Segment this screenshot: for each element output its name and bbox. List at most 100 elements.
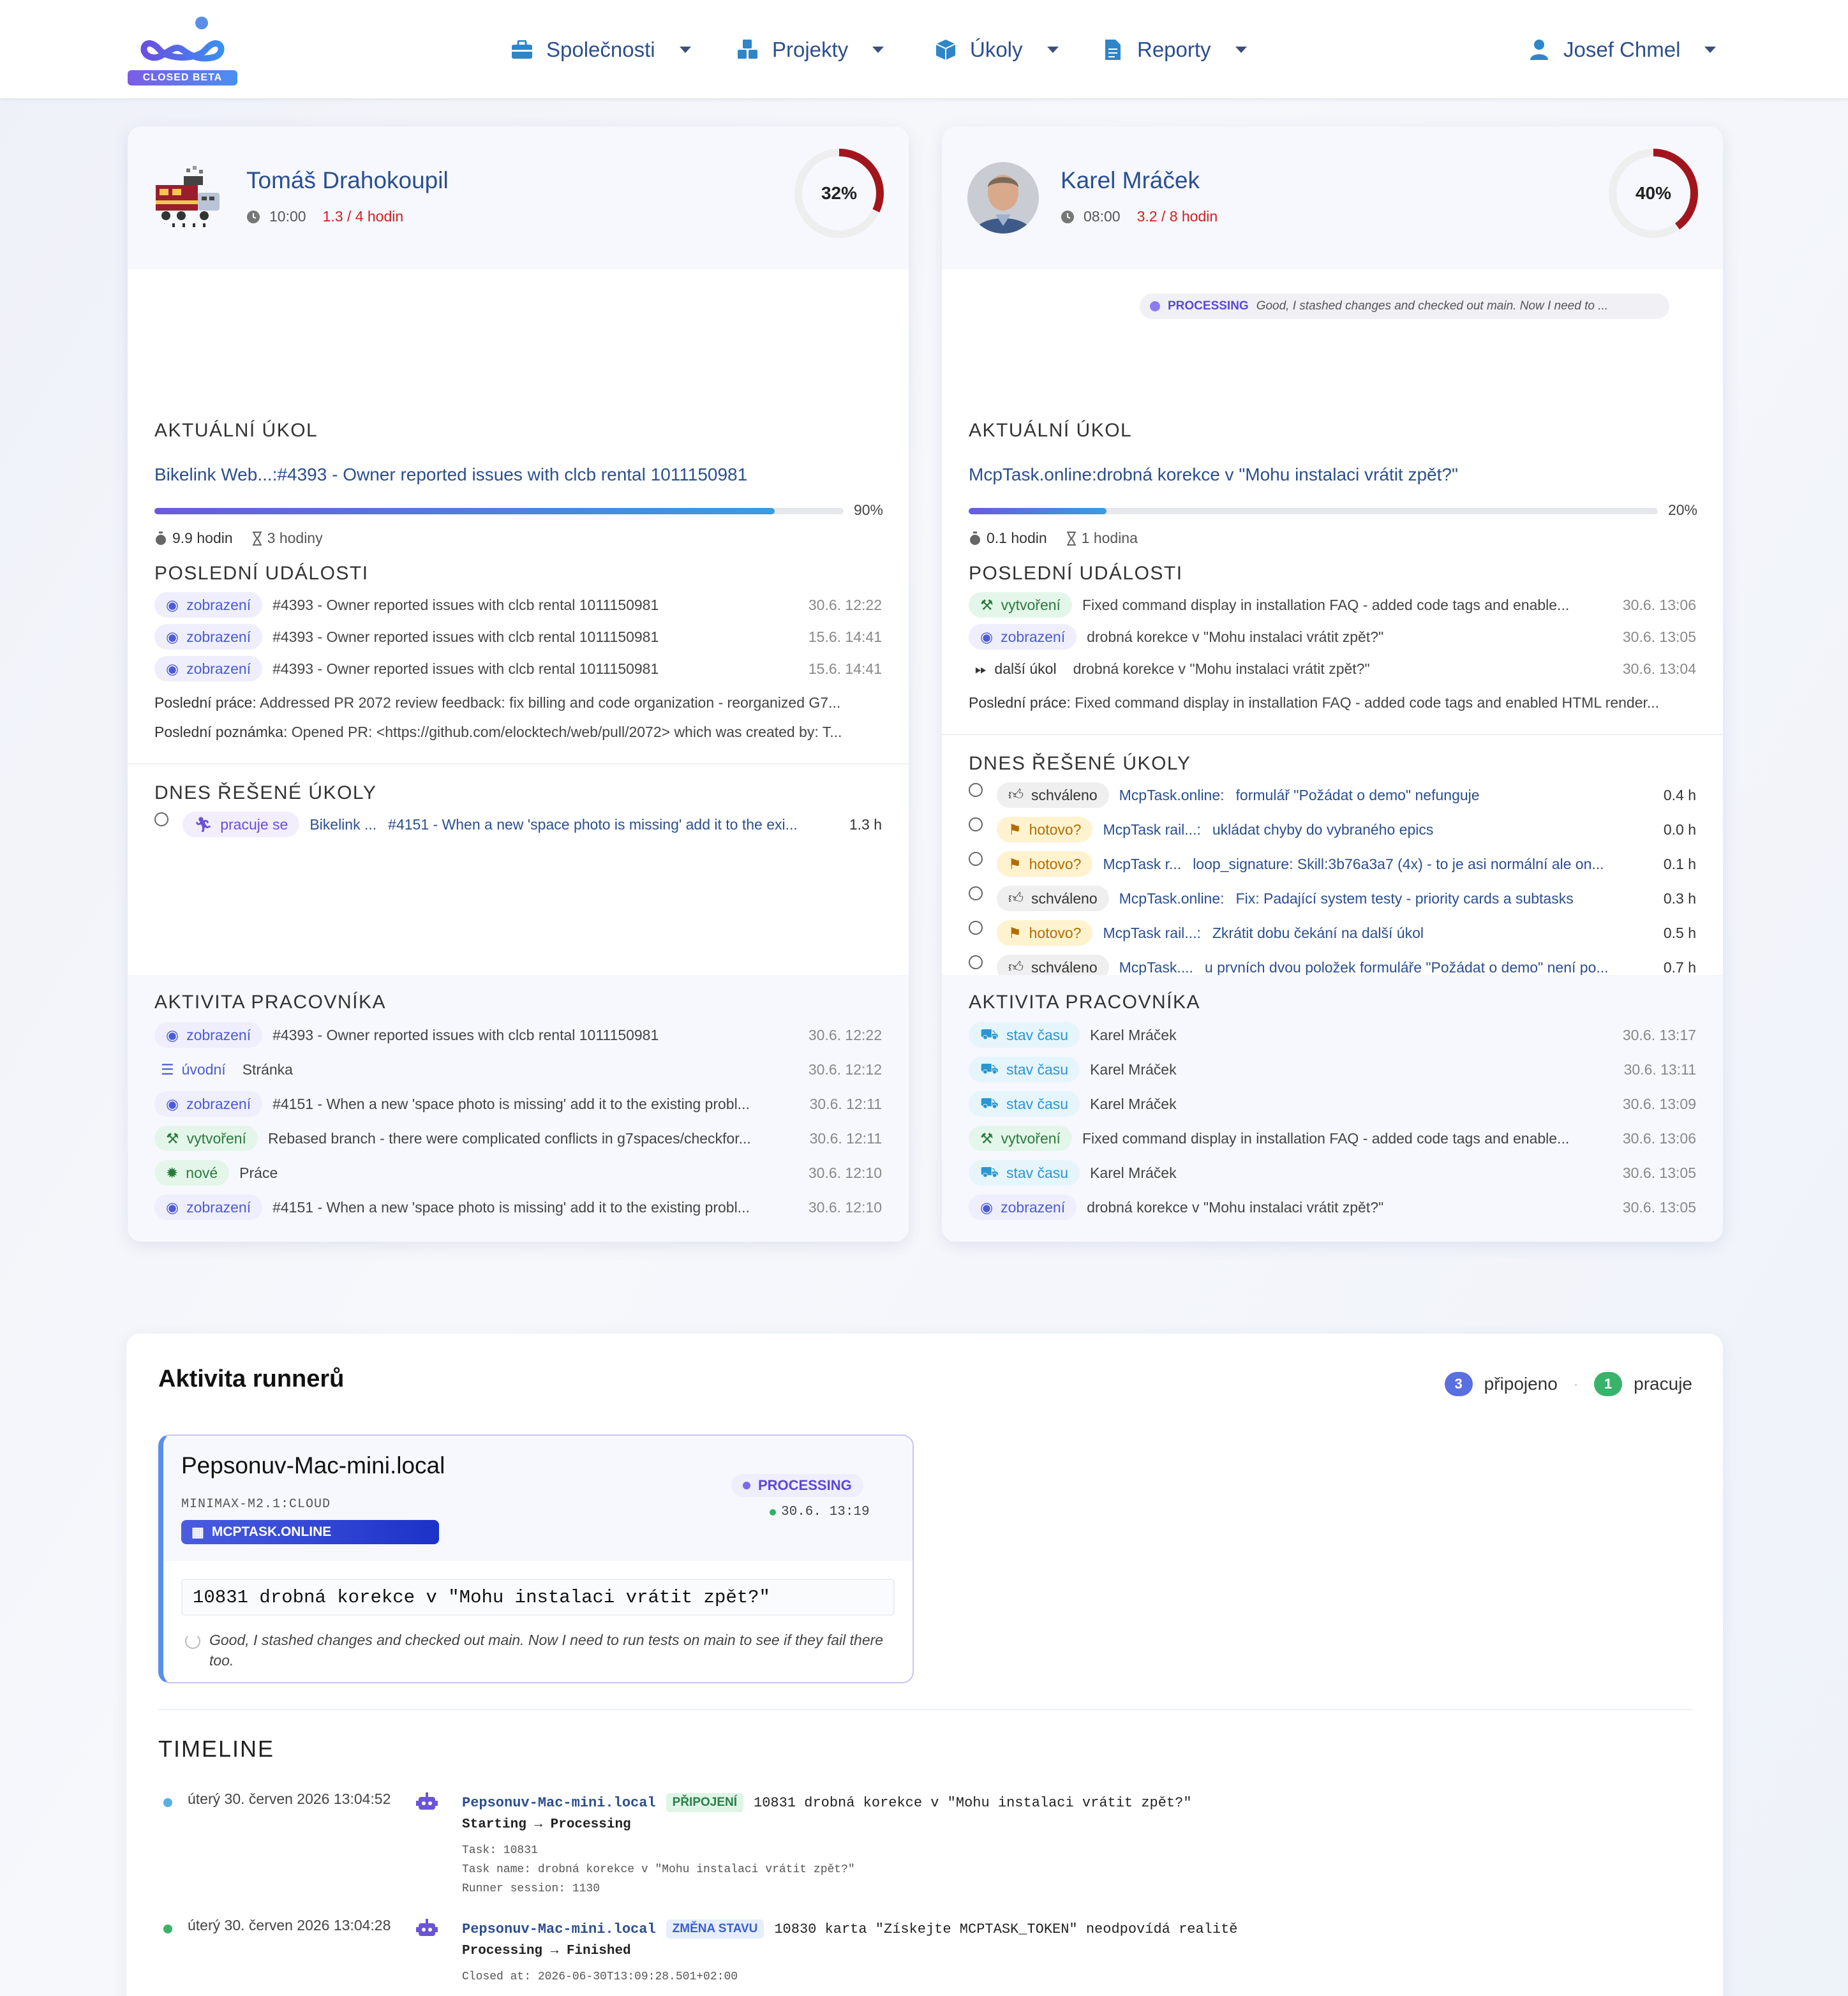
worker-name[interactable]: Tomáš Drahokoupil [246,167,449,194]
event-date: 15.6. 14:41 [808,660,882,677]
activity-row[interactable]: ⛟︎ stav času Karel Mráček 30.6. 13:09 [969,1090,1696,1118]
timeline-entry: úterý 30. červen 2026 13:04:28 Pepsonuv-… [158,1917,1690,1996]
event-row[interactable]: ◉ zobrazení #4393 - Owner reported issues … [154,623,882,651]
event-row[interactable]: ◉ zobrazení #4393 - Owner reported issues … [154,655,882,683]
task-radio[interactable] [154,812,168,826]
worker-name[interactable]: Karel Mráček [1061,167,1200,194]
nav-reporty[interactable]: Reporty [1101,33,1247,66]
task-status-badge: 🏃︎pracuje se [183,812,300,837]
activity-row[interactable]: ⛟︎ stav času Karel Mráček 30.6. 13:11 [969,1055,1696,1084]
eye-icon: ◉ [166,628,179,645]
avatar[interactable] [967,162,1039,234]
nav-spolecnosti[interactable]: Společnosti [510,33,691,66]
event-row[interactable]: ⏩︎ další úkol drobná korekce v "Mohu insta… [969,655,1696,683]
nav-projekty[interactable]: Projekty [736,33,884,66]
activity-row[interactable]: ◉ zobrazení #4393 - Owner reported issues … [154,1021,882,1049]
worker-percent: 40% [1635,183,1672,203]
event-row[interactable]: ◉ zobrazení #4393 - Owner reported issues … [154,591,882,619]
event-type-badge: ⏩︎ další úkol [975,660,1057,677]
activity-row[interactable]: ⛟︎ stav času Karel Mráček 30.6. 13:05 [969,1159,1696,1187]
today-task-row[interactable]: ⚑ hotovo? McpTask r... loop_signature: Skil… [969,850,1696,878]
chevron-down-icon [1704,47,1717,53]
train-avatar-icon [156,166,220,227]
avatar[interactable] [153,162,225,234]
timeline-title: TIMELINE [158,1736,275,1762]
status-dot [1150,301,1160,311]
task-radio[interactable] [969,955,983,969]
task-name[interactable]: Zkrátit dobu čekání na další úkol [1212,925,1651,942]
timeline-host[interactable]: Pepsonuv-Mac-mini.local [462,1921,656,1937]
task-project: McpTask.online: [1119,786,1225,803]
timeline-date: úterý 30. červen 2026 13:04:52 [188,1791,391,1807]
hammer-icon: ⚒︎ [166,1129,179,1147]
task-radio[interactable] [969,921,983,935]
task-radio[interactable] [969,852,983,866]
task-hours: 0.7 h [1663,958,1696,976]
task-name[interactable]: loop_signature: Skill:3b76a3a7 (4x) - to… [1193,856,1651,873]
event-date: 30.6. 12:22 [808,596,882,613]
task-status-badge: 👍︎schváleno [997,886,1109,911]
task-progress-bar [154,508,844,514]
current-task-link[interactable]: Bikelink Web...:#4393 - Owner reported i… [154,465,747,485]
activity-text: #4151 - When a new 'space photo is missi… [272,1095,750,1112]
timeline-date: úterý 30. červen 2026 13:04:28 [188,1917,391,1933]
task-radio[interactable] [969,817,983,831]
activity-row[interactable]: ⛟︎ stav času Karel Mráček 30.6. 13:17 [969,1021,1696,1049]
today-task-row[interactable]: 🏃︎ pracuje se Bikelink ... #4151 - When a n… [154,810,882,838]
online-dot [770,1508,776,1516]
today-task-row[interactable]: ⚑ hotovo? McpTask rail...: ukládat chyby do… [969,816,1696,844]
activity-row[interactable]: ⚒︎ vytvoření Rebased branch - there were c… [154,1124,882,1152]
task-name[interactable]: formulář "Požádat o demo" nefunguje [1236,787,1651,804]
activity-row[interactable]: ✹ nové Práce 30.6. 12:10 [154,1159,882,1187]
timeline-tag: ZMĚNA STAVU [666,1919,764,1939]
runner-project-tag[interactable]: ▦ MCPTASK.ONLINE [181,1520,439,1544]
nav-projekty-label: Projekty [772,38,849,61]
current-task-link[interactable]: McpTask.online:drobná korekce v "Mohu in… [969,465,1458,485]
nav-ukoly[interactable]: Úkoly [934,33,1059,66]
task-hours: 0.1 h [1663,855,1696,872]
cube-icon [934,38,957,61]
task-name[interactable]: u prvních dvou položek formuláře "Požáda… [1205,959,1651,976]
activity-badge: ⛟︎ stav času [969,1091,1080,1117]
task-name[interactable]: ukládat chyby do vybraného epics [1212,821,1651,838]
timeline-host[interactable]: Pepsonuv-Mac-mini.local [462,1795,656,1811]
activity-date: 30.6. 12:22 [808,1026,882,1043]
flag-icon: ⚑ [1008,924,1022,941]
user-menu[interactable]: Josef Chmel [1528,33,1717,66]
app-logo[interactable]: CLOSED BETA [126,14,239,86]
user-clock-icon: ⛟︎ [980,1163,999,1180]
event-row[interactable]: ⚒︎ vytvoření Fixed command display in inst… [969,591,1696,619]
event-date: 30.6. 13:04 [1622,660,1696,677]
today-task-row[interactable]: 👍︎ schváleno McpTask.online: formulář "Požá… [969,781,1696,809]
task-hours: 1.3 h [849,816,882,833]
task-name[interactable]: #4151 - When a new 'space photo is missi… [388,816,837,833]
today-task-row[interactable]: ⚑ hotovo? McpTask rail...: Zkrátit dobu ček… [969,919,1696,947]
activity-row[interactable]: ⚒︎ vytvoření Fixed command display in inst… [969,1124,1696,1152]
activity-row[interactable]: ☰ úvodní Stránka 30.6. 12:12 [154,1055,882,1084]
task-project: McpTask.online: [1119,890,1225,907]
today-task-row[interactable]: 👍︎ schváleno McpTask.online: Fix: Padající … [969,884,1696,912]
activity-badge: ◉ zobrazení [154,1195,263,1220]
activity-badge: ⛟︎ stav času [969,1022,1080,1048]
task-name[interactable]: Fix: Padající system testy - priority ca… [1236,890,1651,907]
chevron-down-icon [1047,47,1059,53]
runner-task[interactable]: 10831 drobná korekce v "Mohu instalaci v… [181,1579,895,1616]
timeline-dot [163,1925,172,1933]
timeline-details: Closed at: 2026-06-30T13:09:28.501+02:00 [462,1970,738,1983]
activity-badge: ◉ zobrazení [154,1091,263,1117]
nav-spolecnosti-label: Společnosti [546,38,655,61]
activity-badge: ☰ úvodní [161,1061,226,1078]
runner-card[interactable]: Pepsonuv-Mac-mini.local MINIMAX-M2.1:CLO… [158,1434,914,1683]
runner-time: 30.6. 13:19 [770,1505,870,1519]
activity-date: 30.6. 13:11 [1623,1061,1696,1078]
list-icon: ☰ [161,1061,174,1078]
task-radio[interactable] [969,886,983,900]
timeline-transition: Processing → Finished [462,1944,631,1958]
user-clock-icon: ⛟︎ [980,1025,999,1042]
activity-row[interactable]: ◉ zobrazení #4151 - When a new 'space phot… [154,1090,882,1118]
task-radio[interactable] [969,783,983,797]
activity-date: 30.6. 13:09 [1622,1095,1696,1112]
event-row[interactable]: ◉ zobrazení drobná korekce v "Mohu instala… [969,623,1696,651]
activity-row[interactable]: ◉ zobrazení #4151 - When a new 'space phot… [154,1193,882,1221]
activity-row[interactable]: ◉ zobrazení drobná korekce v "Mohu instala… [969,1193,1696,1221]
